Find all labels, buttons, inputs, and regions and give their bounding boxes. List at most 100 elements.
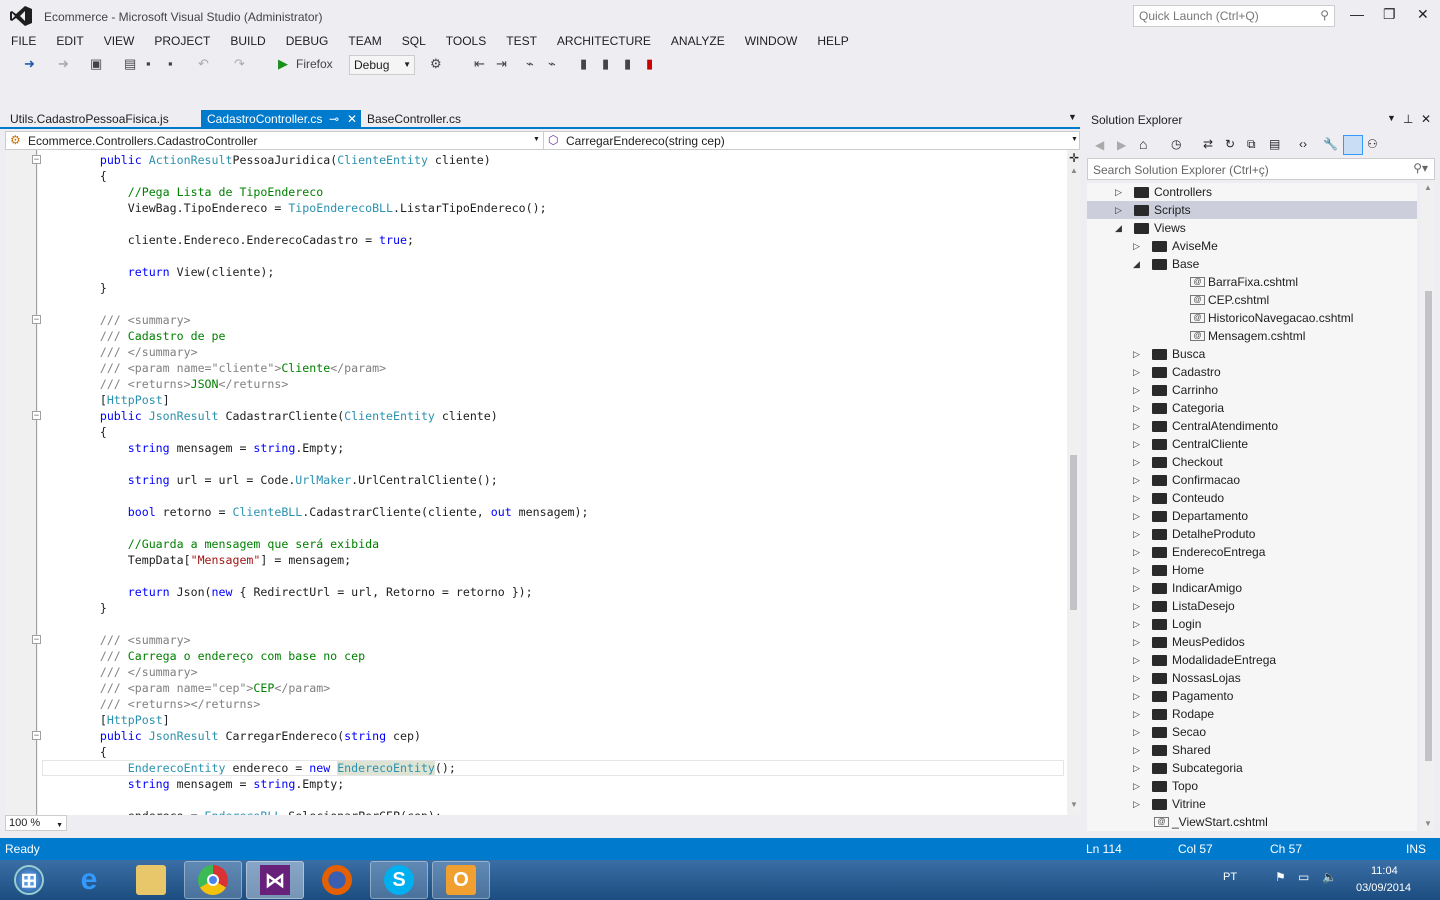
expanded-arrow-icon[interactable]: ◢ — [1133, 255, 1140, 273]
member-dropdown[interactable]: ⬡ CarregarEndereco(string cep) ▼ — [546, 132, 1079, 149]
collapsed-arrow-icon[interactable]: ▷ — [1133, 543, 1140, 561]
refresh-icon[interactable]: ↻ — [1225, 137, 1235, 151]
tree-node[interactable]: ▷ MeusPedidos — [1087, 633, 1417, 651]
tab-overflow-icon[interactable]: ▼ — [1068, 112, 1077, 122]
tree-node[interactable]: @ CEP.cshtml — [1087, 291, 1417, 309]
taskbar-outlook[interactable]: O — [432, 861, 490, 899]
clock-date[interactable]: 03/09/2014 — [1356, 882, 1411, 894]
collapsed-arrow-icon[interactable]: ▷ — [1133, 507, 1140, 525]
tree-node[interactable]: ▷ CentralCliente — [1087, 435, 1417, 453]
close-button[interactable]: ✕ — [1417, 6, 1429, 23]
clock-time[interactable]: 11:04 — [1371, 865, 1398, 877]
collapsed-arrow-icon[interactable]: ▷ — [1133, 561, 1140, 579]
collapsed-arrow-icon[interactable]: ▷ — [1133, 237, 1140, 255]
quick-launch-input[interactable]: Quick Launch (Ctrl+Q) ⚲ — [1133, 5, 1335, 27]
next-bookmark-icon[interactable]: ▮ — [624, 56, 631, 72]
uncomment-icon[interactable]: ⌁ — [548, 56, 556, 72]
open-file-icon[interactable]: ▤ — [124, 56, 136, 72]
configuration-select[interactable]: Debug ▼ — [349, 55, 415, 75]
tree-node[interactable]: ▷ Departamento — [1087, 507, 1417, 525]
tree-node[interactable]: ▷ ListaDesejo — [1087, 597, 1417, 615]
tree-node[interactable]: ▷ Login — [1087, 615, 1417, 633]
taskbar-firefox[interactable] — [308, 861, 366, 899]
run-target[interactable]: Firefox — [296, 57, 333, 71]
tree-node[interactable]: ▷ EnderecoEntrega — [1087, 543, 1417, 561]
vertical-scrollbar[interactable]: ✛ ▲ ▼ — [1067, 150, 1080, 815]
horizontal-scrollbar[interactable] — [70, 815, 1060, 831]
collapsed-arrow-icon[interactable]: ▷ — [1133, 705, 1140, 723]
back-icon[interactable]: ◀ — [1095, 138, 1104, 152]
menu-tools[interactable]: TOOLS — [435, 32, 495, 50]
network-icon[interactable]: ▭ — [1298, 870, 1309, 884]
collapsed-arrow-icon[interactable]: ▷ — [1133, 741, 1140, 759]
collapsed-arrow-icon[interactable]: ▷ — [1133, 651, 1140, 669]
class-diagram-icon[interactable]: ⚇ — [1367, 137, 1378, 151]
tab-utils-js[interactable]: Utils.CadastroPessoaFisica.js — [4, 110, 175, 129]
collapsed-arrow-icon[interactable]: ▷ — [1133, 687, 1140, 705]
scroll-thumb[interactable] — [1425, 291, 1432, 761]
menu-debug[interactable]: DEBUG — [275, 32, 338, 50]
scroll-up-icon[interactable]: ▲ — [1424, 183, 1432, 192]
tree-node[interactable]: ▷ Conteudo — [1087, 489, 1417, 507]
tree-node[interactable]: ▷ DetalheProduto — [1087, 525, 1417, 543]
collapsed-arrow-icon[interactable]: ▷ — [1133, 381, 1140, 399]
collapse-region-icon[interactable]: − — [32, 315, 41, 324]
collapsed-arrow-icon[interactable]: ▷ — [1133, 669, 1140, 687]
taskbar-visual-studio[interactable]: ⋈ — [246, 861, 304, 899]
scroll-down-icon[interactable]: ▼ — [1424, 819, 1432, 828]
collapsed-arrow-icon[interactable]: ▷ — [1133, 453, 1140, 471]
tree-node[interactable]: ▷ Shared — [1087, 741, 1417, 759]
tree-node[interactable]: ▷ Categoria — [1087, 399, 1417, 417]
taskbar-explorer[interactable] — [122, 861, 180, 899]
pending-changes-icon[interactable]: ◷ — [1171, 137, 1181, 151]
collapsed-arrow-icon[interactable]: ▷ — [1133, 579, 1140, 597]
view-code-icon[interactable]: ‹› — [1299, 137, 1307, 151]
tab-base-controller[interactable]: BaseController.cs — [361, 110, 467, 129]
scroll-up-icon[interactable]: ▲ — [1070, 166, 1078, 175]
tree-node[interactable]: ▷ Scripts — [1087, 201, 1417, 219]
tree-node[interactable]: ▷ Cadastro — [1087, 363, 1417, 381]
collapsed-arrow-icon[interactable]: ▷ — [1133, 795, 1140, 813]
language-indicator[interactable]: PT — [1223, 871, 1237, 883]
collapse-all-icon[interactable]: ⧉ — [1247, 137, 1256, 152]
pin-icon[interactable]: ⊸ — [329, 110, 339, 129]
redo-icon[interactable]: ↷ — [234, 56, 245, 72]
prev-bookmark-icon[interactable]: ▮ — [602, 56, 609, 72]
tree-node[interactable]: ▷ AviseMe — [1087, 237, 1417, 255]
attach-icon[interactable]: ⚙ — [430, 56, 442, 72]
pin-icon[interactable]: ⊥ — [1403, 112, 1413, 126]
menu-project[interactable]: PROJECT — [143, 32, 219, 50]
menu-build[interactable]: BUILD — [219, 32, 274, 50]
preview-selected-icon[interactable] — [1343, 135, 1363, 155]
collapsed-arrow-icon[interactable]: ▷ — [1133, 759, 1140, 777]
minimize-button[interactable]: — — [1350, 6, 1364, 22]
code-editor[interactable]: public ActionResultPessoaJuridica(Client… — [5, 150, 1080, 815]
tree-node[interactable]: @ _ViewStart.cshtml — [1087, 813, 1417, 831]
home-icon[interactable]: ⌂ — [1139, 136, 1147, 152]
menu-sql[interactable]: SQL — [391, 32, 435, 50]
tree-node[interactable]: ▷ Vitrine — [1087, 795, 1417, 813]
tree-node[interactable]: ▷ ModalidadeEntrega — [1087, 651, 1417, 669]
collapsed-arrow-icon[interactable]: ▷ — [1133, 471, 1140, 489]
tree-node[interactable]: ▷ Topo — [1087, 777, 1417, 795]
indent-icon[interactable]: ⇤ — [474, 56, 485, 72]
close-tab-icon[interactable]: ✕ — [347, 110, 357, 129]
forward-icon[interactable]: ➜ — [58, 56, 69, 72]
collapsed-arrow-icon[interactable]: ▷ — [1133, 615, 1140, 633]
taskbar-skype[interactable]: S — [370, 861, 428, 899]
collapse-region-icon[interactable]: − — [32, 155, 41, 164]
properties-icon[interactable]: 🔧 — [1323, 137, 1338, 151]
menu-architecture[interactable]: ARCHITECTURE — [546, 32, 660, 50]
class-dropdown[interactable]: ⚙ Ecommerce.Controllers.CadastroControll… — [6, 132, 544, 149]
menu-view[interactable]: VIEW — [93, 32, 144, 50]
start-button[interactable]: ⊞ — [0, 861, 58, 899]
tab-cadastro-controller[interactable]: CadastroController.cs ⊸ ✕ — [201, 110, 361, 129]
collapsed-arrow-icon[interactable]: ▷ — [1133, 399, 1140, 417]
collapsed-arrow-icon[interactable]: ▷ — [1133, 417, 1140, 435]
menu-edit[interactable]: EDIT — [45, 32, 92, 50]
collapsed-arrow-icon[interactable]: ▷ — [1133, 345, 1140, 363]
panel-menu-icon[interactable]: ▼ — [1387, 113, 1396, 123]
save-all-icon[interactable]: ▪ — [168, 56, 173, 71]
new-project-icon[interactable]: ▣ — [90, 56, 102, 72]
tree-node[interactable]: ▷ CentralAtendimento — [1087, 417, 1417, 435]
